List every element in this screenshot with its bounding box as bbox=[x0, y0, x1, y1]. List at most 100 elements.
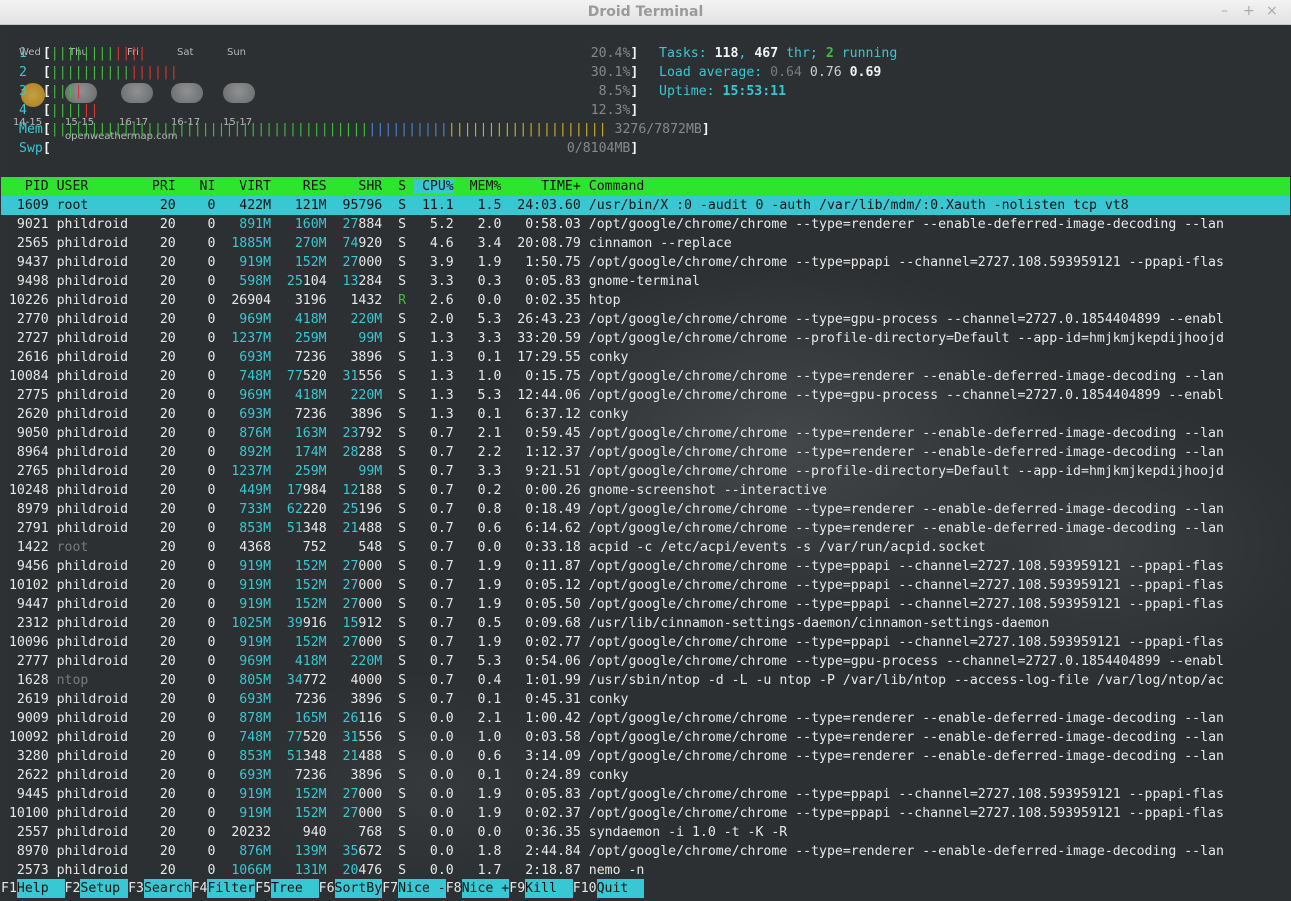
fkey-label-f3[interactable]: Search bbox=[143, 879, 192, 898]
fkey-label-f10[interactable]: Quit bbox=[596, 879, 645, 898]
process-row[interactable]: 10226 phildroid 20 0 26904 3196 1432 R 2… bbox=[1, 291, 1290, 310]
process-row[interactable]: 2791 phildroid 20 0 853M 51348 21488 S 0… bbox=[1, 519, 1290, 538]
fkey-f1[interactable]: F1 bbox=[1, 881, 17, 896]
process-row[interactable]: 9050 phildroid 20 0 876M 163M 23792 S 0.… bbox=[1, 424, 1290, 443]
process-row[interactable]: 10096 phildroid 20 0 919M 152M 27000 S 0… bbox=[1, 633, 1290, 652]
process-row[interactable]: 8979 phildroid 20 0 733M 62220 25196 S 0… bbox=[1, 500, 1290, 519]
process-row[interactable]: 10084 phildroid 20 0 748M 77520 31556 S … bbox=[1, 367, 1290, 386]
cell-res: 39916 bbox=[278, 616, 327, 631]
process-row[interactable]: 10092 phildroid 20 0 748M 77520 31556 S … bbox=[1, 728, 1290, 747]
cell-mem: 0.1 bbox=[461, 350, 502, 365]
cell-pid: 2775 bbox=[1, 388, 49, 403]
column-pri[interactable]: PRI bbox=[144, 179, 176, 194]
column-res[interactable]: RES bbox=[279, 179, 327, 194]
cell-cpu: 2.6 bbox=[414, 293, 454, 308]
column-shr[interactable]: SHR bbox=[335, 179, 382, 194]
process-row[interactable]: 2777 phildroid 20 0 969M 418M 220M S 0.7… bbox=[1, 652, 1290, 671]
fkey-f2[interactable]: F2 bbox=[65, 881, 81, 896]
process-row[interactable]: 8970 phildroid 20 0 876M 139M 35672 S 0.… bbox=[1, 842, 1290, 861]
process-row[interactable]: 3280 phildroid 20 0 853M 51348 21488 S 0… bbox=[1, 747, 1290, 766]
fkey-f9[interactable]: F9 bbox=[509, 881, 525, 896]
meter-bracket-open: [ bbox=[42, 84, 51, 99]
process-row[interactable]: 9009 phildroid 20 0 878M 165M 26116 S 0.… bbox=[1, 709, 1290, 728]
process-row[interactable]: 2620 phildroid 20 0 693M 7236 3896 S 1.3… bbox=[1, 405, 1290, 424]
process-row[interactable]: 8964 phildroid 20 0 892M 174M 28288 S 0.… bbox=[1, 443, 1290, 462]
process-row[interactable]: 2727 phildroid 20 0 1237M 259M 99M S 1.3… bbox=[1, 329, 1290, 348]
fkey-label-f6[interactable]: SortBy bbox=[334, 879, 383, 898]
cell-ni: 0 bbox=[183, 236, 216, 251]
cell-s: S bbox=[390, 559, 407, 574]
column-virt[interactable]: VIRT bbox=[223, 179, 271, 194]
fkey-f5[interactable]: F5 bbox=[255, 881, 271, 896]
cell-res: 418M bbox=[278, 388, 327, 403]
cell-virt: 919M bbox=[223, 255, 272, 270]
column-ni[interactable]: NI bbox=[184, 179, 216, 194]
cell-pri: 20 bbox=[143, 654, 176, 669]
fkey-label-f8[interactable]: Nice + bbox=[461, 879, 510, 898]
load-15min: 0.69 bbox=[849, 65, 882, 80]
minimize-button[interactable]: – bbox=[1221, 3, 1228, 19]
fkey-f10[interactable]: F10 bbox=[573, 881, 597, 896]
process-row[interactable]: 1628 ntop 20 0 805M 34772 4000 S 0.7 0.4… bbox=[1, 671, 1290, 690]
process-row[interactable]: 2765 phildroid 20 0 1237M 259M 99M S 0.7… bbox=[1, 462, 1290, 481]
process-row[interactable]: 9456 phildroid 20 0 919M 152M 27000 S 0.… bbox=[1, 557, 1290, 576]
cell-cpu: 0.7 bbox=[414, 464, 454, 479]
fkey-f4[interactable]: F4 bbox=[192, 881, 208, 896]
fkey-f3[interactable]: F3 bbox=[128, 881, 144, 896]
fkey-f7[interactable]: F7 bbox=[382, 881, 398, 896]
column-time[interactable]: TIME+ bbox=[509, 179, 581, 194]
fkey-label-f9[interactable]: Kill bbox=[525, 879, 573, 898]
process-row[interactable]: 10248 phildroid 20 0 449M 17984 12188 S … bbox=[1, 481, 1290, 500]
process-row[interactable]: 1422 root 20 0 4368 752 548 S 0.7 0.0 0:… bbox=[1, 538, 1290, 557]
process-row[interactable]: 2616 phildroid 20 0 693M 7236 3896 S 1.3… bbox=[1, 348, 1290, 367]
process-row[interactable]: 2619 phildroid 20 0 693M 7236 3896 S 0.7… bbox=[1, 690, 1290, 709]
cell-pri: 20 bbox=[143, 445, 176, 460]
cell-s: S bbox=[390, 217, 407, 232]
close-button[interactable]: × bbox=[1266, 3, 1278, 19]
fkey-label-f1[interactable]: Help bbox=[16, 879, 65, 898]
cell-user: phildroid bbox=[56, 635, 136, 650]
terminal-area[interactable]: Wed Thu Fri Sat Sun 14-15 15-15 16-17 16… bbox=[1, 25, 1290, 901]
column-pid[interactable]: PID bbox=[1, 179, 49, 194]
maximize-button[interactable]: + bbox=[1243, 3, 1255, 19]
process-row[interactable]: 9498 phildroid 20 0 598M 25104 13284 S 3… bbox=[1, 272, 1290, 291]
process-row[interactable]: 2573 phildroid 20 0 1066M 131M 20476 S 0… bbox=[1, 861, 1290, 880]
process-row[interactable]: 10102 phildroid 20 0 919M 152M 27000 S 0… bbox=[1, 576, 1290, 595]
cell-user: phildroid bbox=[56, 844, 136, 859]
cell-virt: 422M bbox=[223, 198, 272, 213]
process-row[interactable]: 9021 phildroid 20 0 891M 160M 27884 S 5.… bbox=[1, 215, 1290, 234]
cell-user: phildroid bbox=[56, 711, 136, 726]
process-row[interactable]: 10100 phildroid 20 0 919M 152M 27000 S 0… bbox=[1, 804, 1290, 823]
cell-command: /opt/google/chrome/chrome --type=rendere… bbox=[588, 711, 1224, 726]
process-row[interactable]: 2565 phildroid 20 0 1885M 270M 74920 S 4… bbox=[1, 234, 1290, 253]
column-mem[interactable]: MEM% bbox=[462, 179, 502, 194]
cell-user: phildroid bbox=[56, 730, 136, 745]
column-command[interactable]: Command bbox=[589, 179, 645, 194]
fkey-label-f5[interactable]: Tree bbox=[271, 879, 319, 898]
column-cpu[interactable]: CPU% bbox=[414, 179, 454, 194]
process-row[interactable]: 2775 phildroid 20 0 969M 418M 220M S 1.3… bbox=[1, 386, 1290, 405]
cell-virt: 969M bbox=[223, 388, 272, 403]
process-row[interactable]: 2312 phildroid 20 0 1025M 39916 15912 S … bbox=[1, 614, 1290, 633]
cell-res: 7236 bbox=[278, 407, 327, 422]
fkey-label-f7[interactable]: Nice - bbox=[398, 879, 446, 898]
process-row[interactable]: 1609 root 20 0 422M 121M 95796 S 11.1 1.… bbox=[1, 196, 1290, 215]
cell-pid: 9445 bbox=[1, 787, 49, 802]
process-row[interactable]: 2557 phildroid 20 0 20232 940 768 S 0.0 … bbox=[1, 823, 1290, 842]
fkey-f6[interactable]: F6 bbox=[319, 881, 335, 896]
column-user[interactable]: USER bbox=[57, 179, 136, 194]
window-titlebar[interactable]: Droid Terminal – + × bbox=[0, 0, 1291, 25]
column-s[interactable]: S bbox=[390, 179, 406, 194]
fkey-label-f4[interactable]: Filter bbox=[207, 879, 256, 898]
process-row[interactable]: 9437 phildroid 20 0 919M 152M 27000 S 3.… bbox=[1, 253, 1290, 272]
fkey-f8[interactable]: F8 bbox=[446, 881, 462, 896]
cell-command: conky bbox=[588, 407, 629, 422]
fkey-label-f2[interactable]: Setup bbox=[80, 879, 129, 898]
column-header[interactable]: PID USER PRI NI VIRT RES SHR S CPU% MEM%… bbox=[1, 177, 1290, 196]
process-row[interactable]: 9445 phildroid 20 0 919M 152M 27000 S 0.… bbox=[1, 785, 1290, 804]
function-key-bar[interactable]: F1Help F2Setup F3SearchF4FilterF5Tree F6… bbox=[1, 879, 1290, 898]
process-row[interactable]: 2622 phildroid 20 0 693M 7236 3896 S 0.0… bbox=[1, 766, 1290, 785]
process-row[interactable]: 9447 phildroid 20 0 919M 152M 27000 S 0.… bbox=[1, 595, 1290, 614]
process-row[interactable]: 2770 phildroid 20 0 969M 418M 220M S 2.0… bbox=[1, 310, 1290, 329]
cell-pri: 20 bbox=[143, 597, 176, 612]
